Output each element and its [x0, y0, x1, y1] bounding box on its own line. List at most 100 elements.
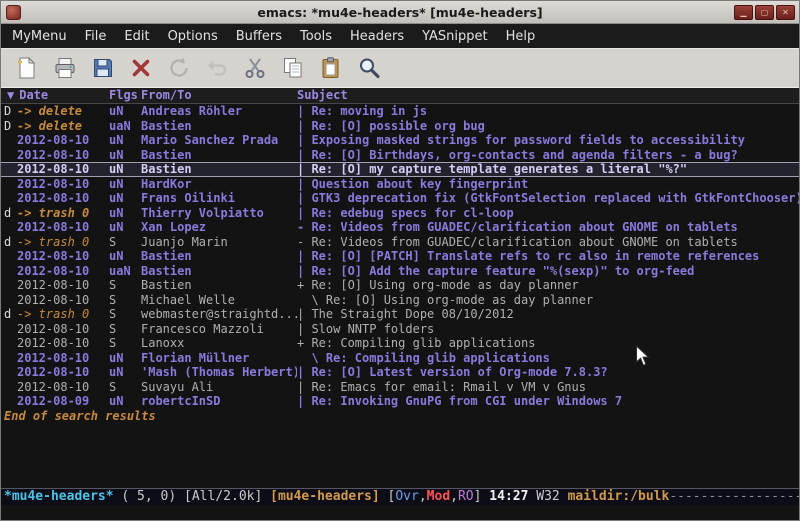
menu-help[interactable]: Help — [497, 26, 545, 47]
menu-buffers[interactable]: Buffers — [227, 26, 291, 47]
search-button[interactable] — [350, 52, 388, 84]
message-row[interactable]: d-> trash 0SJuanjo Marin- Re: Videos fro… — [1, 235, 799, 250]
message-row[interactable]: 2012-08-10SMichael Welle \ Re: [O] Using… — [1, 293, 799, 308]
message-row[interactable]: 2012-08-10uaNBastien| Re: [O] Add the ca… — [1, 264, 799, 279]
window-title: emacs: *mu4e-headers* [mu4e-headers] — [1, 5, 799, 20]
new-file-icon — [15, 56, 39, 80]
message-flags: S — [107, 307, 139, 322]
message-row[interactable]: 2012-08-10uN'Mash (Thomas Herbert)| Re: … — [1, 365, 799, 380]
message-date: -> trash 0 — [15, 235, 107, 250]
cut-button[interactable] — [236, 52, 274, 84]
paste-button[interactable] — [312, 52, 350, 84]
menu-headers[interactable]: Headers — [341, 26, 413, 47]
message-date: 2012-08-09 — [15, 394, 107, 409]
menu-yasnippet[interactable]: YASnippet — [413, 26, 497, 47]
message-from: robertcInSD — [139, 394, 297, 409]
message-from: HardKor — [139, 177, 297, 192]
modeline-segment: Ovr — [395, 489, 418, 504]
message-subject: | Re: [O] my capture template generates … — [297, 162, 799, 177]
message-row[interactable]: 2012-08-09uNrobertcInSD| Re: Invoking Gn… — [1, 394, 799, 409]
mark-char — [1, 220, 15, 235]
mark-char: D — [1, 104, 15, 119]
message-date: 2012-08-10 — [15, 322, 107, 337]
save-button[interactable] — [84, 52, 122, 84]
message-flags: uaN — [107, 264, 139, 279]
message-row[interactable]: 2012-08-10uNHardKor| Question about key … — [1, 177, 799, 192]
message-date: 2012-08-10 — [15, 336, 107, 351]
message-from: Mario Sanchez Prada — [139, 133, 297, 148]
print-button[interactable] — [46, 52, 84, 84]
message-row[interactable]: 2012-08-10uNBastien| Re: [O] [PATCH] Tra… — [1, 249, 799, 264]
message-date: -> delete — [15, 119, 107, 134]
message-date: 2012-08-10 — [15, 278, 107, 293]
message-row[interactable]: 2012-08-10uNFrans Oilinki| GTK3 deprecat… — [1, 191, 799, 206]
minimize-button[interactable]: ▁ — [734, 5, 753, 20]
mark-char — [1, 394, 15, 409]
message-from: Lanoxx — [139, 336, 297, 351]
column-header-flags[interactable]: Flgs — [107, 88, 139, 103]
mark-char: d — [1, 206, 15, 221]
menu-edit[interactable]: Edit — [115, 26, 158, 47]
message-row[interactable]: 2012-08-10uNMario Sanchez Prada| Exposin… — [1, 133, 799, 148]
message-flags: uN — [107, 220, 139, 235]
menu-mymenu[interactable]: MyMenu — [3, 26, 76, 47]
mark-char — [1, 278, 15, 293]
menu-options[interactable]: Options — [159, 26, 227, 47]
new-file-button[interactable] — [8, 52, 46, 84]
search-icon — [357, 56, 381, 80]
modeline-segment: W32 — [536, 489, 567, 504]
menu-tools[interactable]: Tools — [291, 26, 341, 47]
message-row[interactable]: D-> deleteuaNBastien| Re: [O] possible o… — [1, 119, 799, 134]
modeline-segment: ----------------------------------------… — [669, 489, 799, 504]
column-header-from[interactable]: From/To — [139, 88, 297, 103]
message-row[interactable]: D-> deleteuNAndreas Röhler| Re: moving i… — [1, 104, 799, 119]
message-subject: | GTK3 deprecation fix (GtkFontSelection… — [297, 191, 799, 206]
app-icon — [6, 5, 21, 20]
close-button[interactable] — [122, 52, 160, 84]
menu-bar: MyMenuFileEditOptionsBuffersToolsHeaders… — [1, 24, 799, 48]
message-subject: | Re: [O] [PATCH] Translate refs to rc a… — [297, 249, 799, 264]
message-subject: + Re: Compiling glib applications — [297, 336, 799, 351]
message-row[interactable]: 2012-08-10uNFlorian Müllner \ Re: Compil… — [1, 351, 799, 366]
mode-line[interactable]: *mu4e-headers* ( 5, 0) [All/2.0k] [mu4e-… — [1, 488, 799, 505]
message-flags: S — [107, 235, 139, 250]
mark-char — [1, 293, 15, 308]
message-subject: | Slow NNTP folders — [297, 322, 799, 337]
maximize-button[interactable]: ▢ — [755, 5, 774, 20]
message-flags: uN — [107, 394, 139, 409]
message-row[interactable]: d-> trash 0uNThierry Volpiatto| Re: edeb… — [1, 206, 799, 221]
message-from: Bastien — [139, 162, 297, 177]
message-row[interactable]: 2012-08-10SFrancesco Mazzoli| Slow NNTP … — [1, 322, 799, 337]
message-row[interactable]: 2012-08-10uNBastien| Re: [O] Birthdays, … — [1, 148, 799, 163]
message-flags: S — [107, 322, 139, 337]
mouse-cursor-icon — [635, 345, 651, 371]
message-row[interactable]: 2012-08-10SSuvayu Ali| Re: Emacs for ema… — [1, 380, 799, 395]
mark-char — [1, 133, 15, 148]
message-flags: S — [107, 293, 139, 308]
message-row[interactable]: 2012-08-10uNXan Lopez- Re: Videos from G… — [1, 220, 799, 235]
copy-button[interactable] — [274, 52, 312, 84]
column-header-subject[interactable]: Subject — [297, 88, 799, 103]
message-date: 2012-08-10 — [15, 249, 107, 264]
echo-area[interactable] — [1, 505, 799, 520]
mark-char: d — [1, 235, 15, 250]
save-icon — [91, 56, 115, 80]
message-row[interactable]: 2012-08-10SLanoxx+ Re: Compiling glib ap… — [1, 336, 799, 351]
column-header-date[interactable]: ▼Date — [1, 88, 107, 103]
message-from: Suvayu Ali — [139, 380, 297, 395]
message-from: webmaster@straightd... — [139, 307, 297, 322]
buffer-area: ▼Date Flgs From/To Subject D-> deleteuNA… — [1, 88, 799, 488]
mark-char — [1, 191, 15, 206]
menu-file[interactable]: File — [76, 26, 116, 47]
message-row[interactable]: d-> trash 0Swebmaster@straightd...| The … — [1, 307, 799, 322]
message-subject: \ Re: [O] Using org-mode as day planner — [297, 293, 799, 308]
mark-char — [1, 380, 15, 395]
message-subject: | Re: Invoking GnuPG from CGI under Wind… — [297, 394, 799, 409]
message-subject: | Exposing masked strings for password f… — [297, 133, 799, 148]
message-row[interactable]: 2012-08-10uNBastien| Re: [O] my capture … — [1, 162, 799, 177]
message-date: 2012-08-10 — [15, 220, 107, 235]
message-row[interactable]: 2012-08-10SBastien+ Re: [O] Using org-mo… — [1, 278, 799, 293]
message-from: Bastien — [139, 264, 297, 279]
title-bar: emacs: *mu4e-headers* [mu4e-headers] ▁▢✕ — [1, 1, 799, 24]
close-button[interactable]: ✕ — [776, 5, 795, 20]
